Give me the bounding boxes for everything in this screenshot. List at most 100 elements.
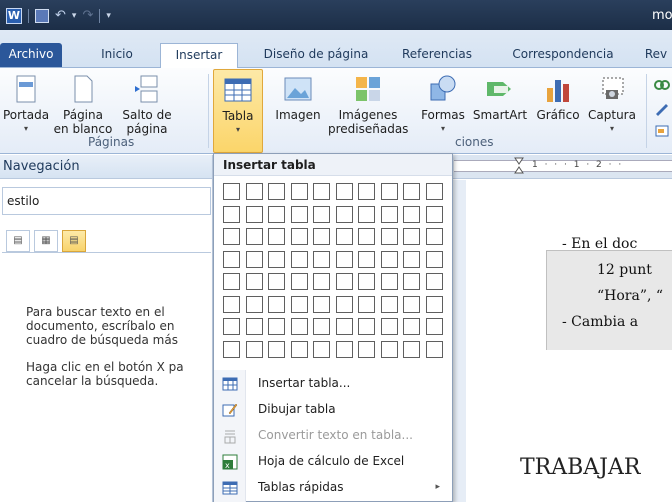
table-grid-cell[interactable] — [245, 183, 263, 200]
table-grid-cell[interactable] — [403, 183, 420, 200]
table-grid-cell[interactable] — [290, 295, 308, 313]
table-grid-cell[interactable] — [223, 340, 240, 358]
table-grid-cell[interactable] — [313, 228, 330, 245]
table-grid-cell[interactable] — [358, 340, 375, 358]
imagen-button[interactable]: Imagen — [272, 74, 324, 122]
table-grid-cell[interactable] — [425, 273, 443, 290]
table-grid-cell[interactable] — [425, 228, 443, 245]
undo-icon[interactable]: ↶ — [55, 9, 66, 23]
table-grid-cell[interactable] — [313, 183, 330, 200]
doc-bullet-2[interactable]: - Cambia a — [562, 314, 638, 330]
table-grid-cell[interactable] — [403, 205, 420, 223]
table-grid-cell[interactable] — [335, 183, 353, 200]
table-grid-cell[interactable] — [425, 318, 443, 335]
table-grid-cell[interactable] — [380, 295, 398, 313]
tab-diseno-pagina[interactable]: Diseño de página — [252, 43, 380, 67]
table-grid-cell[interactable] — [335, 340, 353, 358]
doc-heading[interactable]: TRABAJAR — [520, 455, 640, 480]
tab-revisar[interactable]: Rev — [640, 43, 672, 67]
table-grid-cell[interactable] — [380, 250, 398, 268]
table-grid-cell[interactable] — [313, 250, 330, 268]
search-input[interactable]: estilo — [2, 187, 211, 215]
portada-button[interactable]: Portada ▾ — [2, 74, 50, 136]
table-grid-cell[interactable] — [358, 318, 375, 335]
table-grid-cell[interactable] — [268, 250, 285, 268]
table-grid-cell[interactable] — [245, 340, 263, 358]
table-grid-cell[interactable] — [223, 318, 240, 335]
table-grid-cell[interactable] — [268, 183, 285, 200]
table-grid-cell[interactable] — [358, 250, 375, 268]
table-grid-cell[interactable] — [223, 295, 240, 313]
table-grid-cell[interactable] — [403, 340, 420, 358]
table-grid-cell[interactable] — [313, 205, 330, 223]
table-grid-cell[interactable] — [268, 273, 285, 290]
table-grid-cell[interactable] — [245, 318, 263, 335]
table-grid-cell[interactable] — [223, 250, 240, 268]
table-grid-cell[interactable] — [380, 340, 398, 358]
table-grid-cell[interactable] — [290, 250, 308, 268]
word-logo-icon[interactable]: W — [6, 8, 22, 24]
table-grid-cell[interactable] — [223, 205, 240, 223]
tab-archivo[interactable]: Archivo — [0, 43, 62, 67]
table-grid-cell[interactable] — [268, 205, 285, 223]
imagenes-predisenadas-button[interactable]: Imágenes prediseñadas — [328, 74, 408, 136]
indent-marker-icon[interactable] — [514, 157, 524, 175]
table-grid-cell[interactable] — [425, 183, 443, 200]
table-grid-cell[interactable] — [425, 340, 443, 358]
table-grid-cell[interactable] — [358, 183, 375, 200]
table-grid-cell[interactable] — [403, 273, 420, 290]
hoja-excel-item[interactable]: x Hoja de cálculo de Excel — [214, 448, 452, 474]
table-grid-cell[interactable] — [313, 295, 330, 313]
table-grid-cell[interactable] — [335, 318, 353, 335]
table-grid-cell[interactable] — [290, 228, 308, 245]
hyperlink-icon[interactable] — [654, 78, 670, 92]
table-grid-cell[interactable] — [425, 250, 443, 268]
undo-dropdown-icon[interactable]: ▾ — [72, 11, 77, 21]
table-grid-cell[interactable] — [335, 273, 353, 290]
dibujar-tabla-item[interactable]: Dibujar tabla — [214, 396, 452, 422]
customize-qat-icon[interactable]: ▾ — [106, 11, 111, 21]
table-grid-cell[interactable] — [313, 340, 330, 358]
tab-insertar[interactable]: Insertar — [160, 43, 238, 68]
table-grid-cell[interactable] — [268, 295, 285, 313]
table-grid-cell[interactable] — [403, 250, 420, 268]
doc-bullet-1-line-2[interactable]: 12 punt — [597, 262, 652, 278]
table-grid-cell[interactable] — [268, 340, 285, 358]
table-grid-cell[interactable] — [268, 318, 285, 335]
table-grid-cell[interactable] — [223, 228, 240, 245]
table-grid-cell[interactable] — [268, 228, 285, 245]
table-grid-cell[interactable] — [245, 273, 263, 290]
table-grid-cell[interactable] — [245, 228, 263, 245]
cross-reference-icon[interactable] — [654, 124, 670, 138]
doc-bullet-1-line-3[interactable]: “Hora”, “ — [597, 288, 663, 304]
table-grid-cell[interactable] — [223, 183, 240, 200]
table-grid-cell[interactable] — [380, 273, 398, 290]
table-grid-cell[interactable] — [403, 295, 420, 313]
table-grid-cell[interactable] — [290, 183, 308, 200]
table-grid-cell[interactable] — [290, 340, 308, 358]
table-grid-cell[interactable] — [335, 228, 353, 245]
browse-pages-tab-icon[interactable]: ▦ — [34, 230, 58, 252]
table-grid-cell[interactable] — [425, 205, 443, 223]
tab-inicio[interactable]: Inicio — [92, 43, 142, 67]
tab-correspondencia[interactable]: Correspondencia — [500, 43, 626, 67]
tablas-rapidas-item[interactable]: Tablas rápidas ▸ — [214, 474, 452, 500]
tabla-button[interactable]: Tabla ▾ — [213, 69, 263, 153]
insertar-tabla-item[interactable]: Insertar tabla... — [214, 370, 452, 396]
table-grid-cell[interactable] — [380, 183, 398, 200]
doc-bullet-1[interactable]: - En el doc — [562, 236, 637, 252]
grafico-button[interactable]: Gráfico — [530, 74, 586, 122]
formas-button[interactable]: Formas ▾ — [418, 74, 468, 136]
table-grid-cell[interactable] — [380, 318, 398, 335]
table-grid-cell[interactable] — [245, 295, 263, 313]
table-grid-cell[interactable] — [290, 273, 308, 290]
smartart-button[interactable]: SmartArt — [470, 74, 530, 122]
table-grid-cell[interactable] — [425, 295, 443, 313]
captura-button[interactable]: Captura ▾ — [584, 74, 640, 136]
table-grid-cell[interactable] — [290, 205, 308, 223]
table-grid-cell[interactable] — [335, 295, 353, 313]
table-grid-cell[interactable] — [313, 318, 330, 335]
table-grid-cell[interactable] — [358, 273, 375, 290]
bookmark-icon[interactable] — [654, 102, 670, 116]
table-grid-cell[interactable] — [380, 205, 398, 223]
